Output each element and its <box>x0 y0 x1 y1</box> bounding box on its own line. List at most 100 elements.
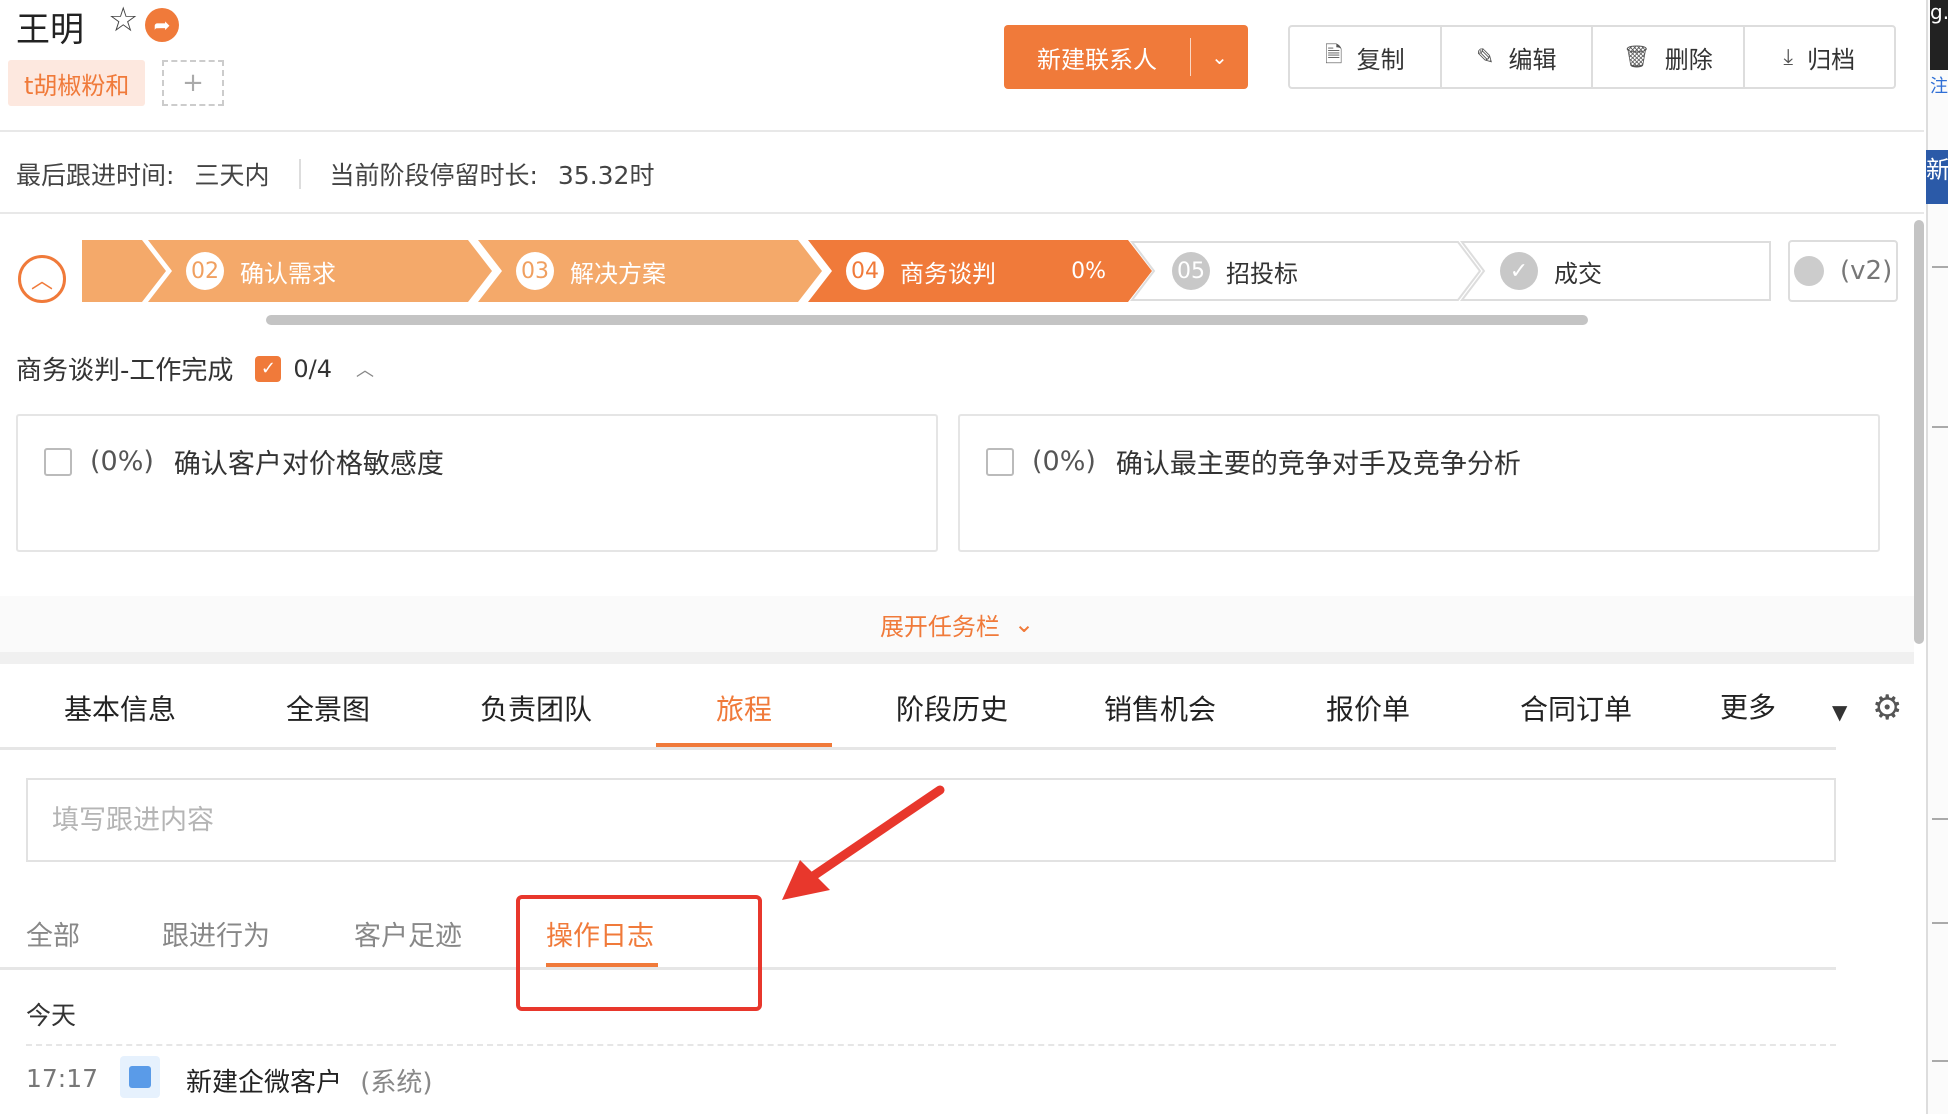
expand-label: 展开任务栏 <box>879 612 1000 641</box>
stage-number: 04 <box>846 252 884 290</box>
version-label: (v2) <box>1840 256 1893 286</box>
new-contact-button[interactable]: 新建联系人 ⌄ <box>1004 25 1248 89</box>
adjacent-window-header: g.r <box>1930 0 1948 70</box>
stage-label: 成交 <box>1554 259 1602 288</box>
detail-tabs: 基本信息 全景图 负责团队 旅程 阶段历史 销售机会 报价单 合同订单 更多 <box>0 668 1836 750</box>
caret-down-icon[interactable]: ▼ <box>1832 700 1847 724</box>
subtab-all[interactable]: 全部 <box>26 914 80 953</box>
stage-item-current[interactable]: 04 商务谈判 0% <box>846 240 1146 302</box>
copy-button[interactable]: 🗎 复制 <box>1290 27 1442 87</box>
log-entry-text: 新建企微客户 <box>186 1068 343 1098</box>
stay-label: 当前阶段停留时长: <box>329 161 538 190</box>
active-tab-indicator <box>656 743 832 747</box>
stage-item-won[interactable]: ✓ 成交 <box>1500 240 1760 302</box>
trash-icon: 🗑 <box>1622 44 1651 70</box>
task-text: 确认最主要的竞争对手及竞争分析 <box>1115 449 1521 480</box>
adjacent-window-link[interactable]: 注册 <box>1930 72 1948 98</box>
task-checkbox[interactable] <box>44 447 72 476</box>
edge-line <box>1932 922 1948 924</box>
task-checkbox[interactable] <box>986 447 1014 476</box>
task-title: 商务谈判-工作完成 <box>16 356 234 386</box>
last-follow-value: 三天内 <box>194 161 270 190</box>
section-gap <box>0 652 1914 664</box>
follow-info: 最后跟进时间: 三天内 当前阶段停留时长: 35.32时 <box>16 156 654 192</box>
edge-line <box>1932 426 1948 428</box>
task-text: 确认客户对价格敏感度 <box>173 449 444 480</box>
adjacent-window-nav[interactable]: 新 <box>1926 150 1948 204</box>
tab-orders[interactable]: 合同订单 <box>1520 688 1632 728</box>
collapse-stages-icon[interactable]: ︿ <box>18 255 66 303</box>
stage-number: 03 <box>516 252 554 290</box>
stage-item[interactable]: 03 解决方案 <box>516 240 796 302</box>
dashed-divider <box>26 1044 1836 1046</box>
contact-name: 王明 <box>16 10 84 50</box>
new-contact-label: 新建联系人 <box>1037 45 1157 74</box>
edit-label: 编辑 <box>1508 45 1557 74</box>
stay-value: 35.32时 <box>557 161 655 190</box>
stage-version[interactable]: (v2) <box>1788 240 1898 302</box>
annotation-highlight-box <box>516 895 762 1011</box>
archive-label: 归档 <box>1807 45 1856 74</box>
task-percent: (0%) <box>90 446 154 477</box>
gear-icon[interactable]: ⚙ <box>1872 688 1902 728</box>
stage-label: 确认需求 <box>240 259 336 288</box>
tab-team[interactable]: 负责团队 <box>480 688 592 728</box>
log-time: 17:17 <box>26 1064 99 1093</box>
log-entry-source: (系统) <box>360 1068 433 1098</box>
document-icon: 🗎 <box>1324 43 1343 68</box>
stage-label: 解决方案 <box>570 259 666 288</box>
contact-tag[interactable]: t胡椒粉和 <box>8 60 146 106</box>
last-follow-label: 最后跟进时间: <box>16 161 175 190</box>
action-button-group: 🗎 复制 ✎ 编辑 🗑 删除 ⤓ 归档 <box>1288 25 1896 89</box>
expand-tasks-button[interactable]: 展开任务栏 ⌄ <box>0 596 1914 652</box>
annotation-arrow <box>782 785 945 900</box>
delete-button[interactable]: 🗑 删除 <box>1593 27 1745 87</box>
tab-stage-history[interactable]: 阶段历史 <box>896 688 1008 728</box>
edge-line <box>1932 266 1948 268</box>
tab-more[interactable]: 更多 <box>1720 686 1776 726</box>
stage-item[interactable]: 02 确认需求 <box>186 240 466 302</box>
stage-progress-bar: 02 确认需求 03 解决方案 04 商务谈判 0% 05 招投标 ✓ 成交 <box>82 240 1862 302</box>
task-card: (0%) 确认最主要的竞争对手及竞争分析 <box>958 414 1880 552</box>
document-icon-inner <box>129 1066 151 1088</box>
stage-label: 商务谈判 <box>900 259 996 288</box>
stage-item[interactable]: 05 招投标 <box>1172 240 1452 302</box>
vertical-scrollbar[interactable] <box>1914 220 1924 644</box>
divider <box>0 212 1924 214</box>
task-count: 0/4 <box>293 354 333 383</box>
stage-percent: 0% <box>1071 258 1106 284</box>
edge-line <box>1932 1060 1948 1062</box>
task-card: (0%) 确认客户对价格敏感度 <box>16 414 938 552</box>
stage-number: 05 <box>1172 252 1210 290</box>
copy-label: 复制 <box>1356 45 1405 74</box>
archive-button[interactable]: ⤓ 归档 <box>1745 27 1895 87</box>
task-item: (0%) 确认客户对价格敏感度 <box>44 442 444 481</box>
tab-basic-info[interactable]: 基本信息 <box>64 688 176 728</box>
info-divider <box>299 159 302 189</box>
subtab-customer-footprint[interactable]: 客户足迹 <box>354 914 462 953</box>
share-icon[interactable]: ➦ <box>145 8 179 42</box>
subtab-follow-actions[interactable]: 跟进行为 <box>162 914 270 953</box>
chevron-up-icon[interactable]: ︿ <box>356 356 374 382</box>
tab-journey[interactable]: 旅程 <box>716 688 772 728</box>
tab-quotes[interactable]: 报价单 <box>1326 688 1410 728</box>
add-tag-button[interactable]: + <box>162 60 224 106</box>
double-chevron-down-icon: ⌄ <box>1013 610 1035 638</box>
log-day-heading: 今天 <box>26 1001 77 1030</box>
divider <box>0 130 1924 132</box>
check-icon: ✓ <box>1500 252 1538 290</box>
stage-number: 02 <box>186 252 224 290</box>
download-icon: ⤓ <box>1783 44 1794 70</box>
task-header: 商务谈判-工作完成 ✓ 0/4 ︿ <box>16 350 374 387</box>
tab-panorama[interactable]: 全景图 <box>286 688 370 728</box>
tab-opportunities[interactable]: 销售机会 <box>1104 688 1216 728</box>
log-entry: 新建企微客户 (系统) <box>186 1062 433 1099</box>
chevron-down-icon[interactable]: ⌄ <box>1191 45 1248 69</box>
edit-button[interactable]: ✎ 编辑 <box>1442 27 1593 87</box>
star-icon[interactable]: ☆ <box>108 0 138 40</box>
delete-label: 删除 <box>1664 45 1713 74</box>
stage-label: 招投标 <box>1226 259 1298 288</box>
document-icon <box>120 1056 160 1098</box>
version-dot-icon <box>1794 256 1824 286</box>
horizontal-scrollbar[interactable] <box>266 315 1588 325</box>
